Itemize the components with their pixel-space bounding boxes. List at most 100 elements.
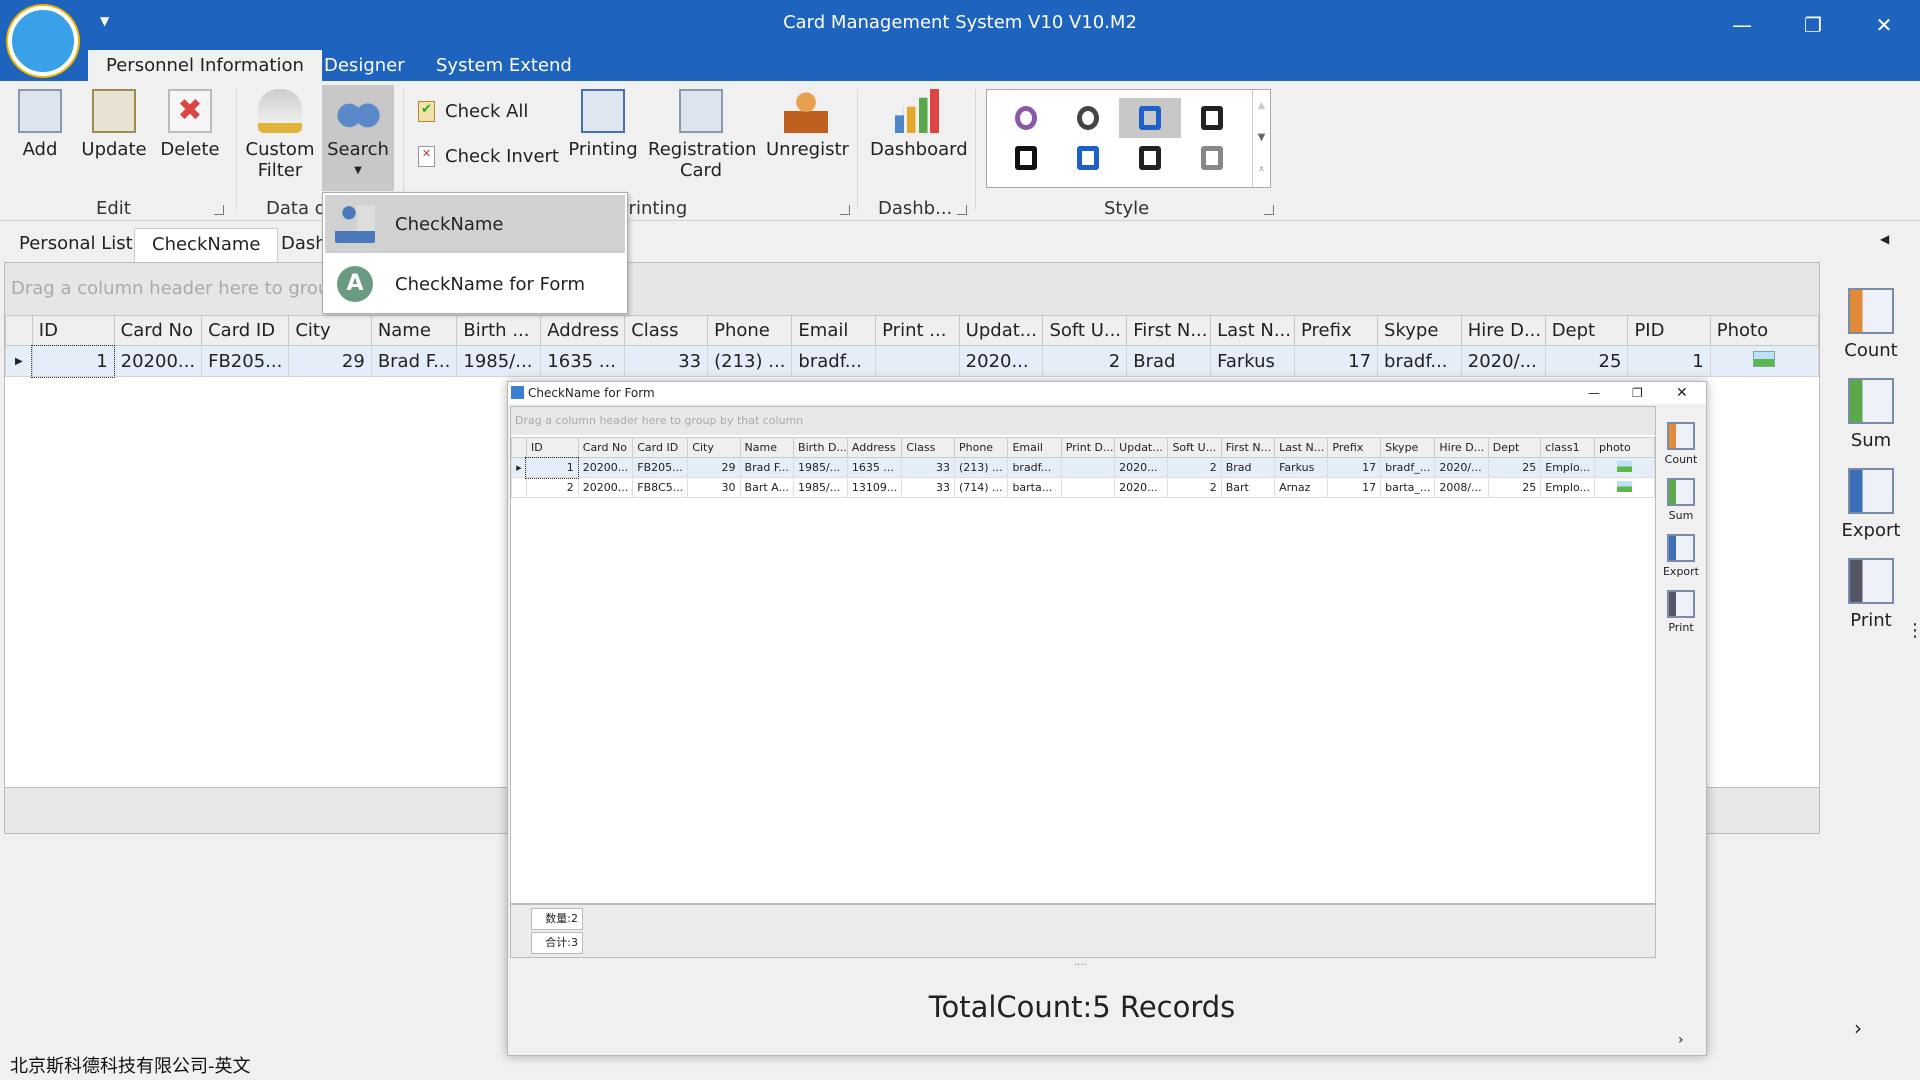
table-cell[interactable]: (714) ...	[953, 477, 1009, 498]
table-cell[interactable]: Farkus	[1210, 345, 1296, 377]
scroll-up-icon[interactable]: ▲	[1253, 90, 1270, 122]
more-options-icon[interactable]: ⋮	[1906, 620, 1920, 641]
style-gallery[interactable]: ▲ ▼ ⩡	[986, 89, 1271, 188]
check-invert-button[interactable]: ✕ Check Invert	[418, 146, 559, 167]
ribbon-tab-designer[interactable]: Designer	[306, 50, 423, 81]
table-cell[interactable]: 2020/...	[1460, 345, 1546, 377]
close-button[interactable]: ✕	[1864, 10, 1904, 40]
column-header[interactable]: Hire D...	[1434, 437, 1489, 458]
table-cell[interactable]: 29	[687, 457, 741, 478]
style-option[interactable]	[995, 98, 1057, 138]
printing-button[interactable]: Printing	[568, 89, 638, 160]
sum-button[interactable]: Sum	[1822, 378, 1920, 451]
column-header[interactable]: Dept	[1487, 437, 1542, 458]
column-header[interactable]: First N...	[1220, 437, 1276, 458]
table-cell[interactable]: 17	[1294, 345, 1379, 377]
column-header[interactable]: Card ID	[632, 437, 689, 458]
column-header[interactable]: Address	[846, 437, 903, 458]
check-all-button[interactable]: ✔ Check All	[418, 101, 528, 122]
table-cell[interactable]: 25	[1544, 345, 1629, 377]
column-header[interactable]: Print D...	[1060, 437, 1116, 458]
edit-group-launcher-icon[interactable]	[214, 205, 224, 215]
unregistr-button[interactable]: Unregistr	[766, 89, 849, 160]
table-cell[interactable]: 2020...	[1114, 457, 1169, 478]
count-button[interactable]: Count	[1656, 422, 1706, 466]
table-cell[interactable]: barta...	[1007, 477, 1062, 498]
table-cell[interactable]: 30	[687, 477, 741, 498]
menu-item-checkname-for-form[interactable]: A CheckName for Form	[325, 255, 625, 313]
column-header[interactable]: Print ...	[875, 315, 960, 346]
table-cell[interactable]: Emplo...	[1540, 457, 1595, 478]
sum-button[interactable]: Sum	[1656, 478, 1706, 522]
column-header[interactable]: photo	[1594, 437, 1655, 458]
column-header[interactable]: Last N...	[1210, 315, 1296, 346]
form-restore-button[interactable]: ❐	[1632, 382, 1643, 404]
column-header[interactable]: Email	[1007, 437, 1062, 458]
column-header[interactable]: City	[687, 437, 741, 458]
column-header[interactable]: Photo	[1709, 315, 1820, 346]
table-cell[interactable]: 20200...	[577, 477, 634, 498]
update-button[interactable]: Update	[80, 89, 148, 160]
table-cell[interactable]: 2020...	[1114, 477, 1169, 498]
column-header[interactable]: Prefix	[1294, 315, 1379, 346]
minimize-button[interactable]: —	[1722, 10, 1762, 40]
gallery-scroll[interactable]: ▲ ▼ ⩡	[1252, 90, 1270, 187]
table-cell[interactable]: bradf...	[1007, 457, 1062, 478]
table-cell[interactable]: bradf...	[1377, 345, 1462, 377]
delete-button[interactable]: ✖ Delete	[160, 89, 220, 160]
column-header[interactable]: Birth D...	[793, 437, 848, 458]
style-option[interactable]	[995, 138, 1057, 178]
table-cell[interactable]: bradf_...	[1380, 457, 1436, 478]
table-cell[interactable]: Bart	[1220, 477, 1276, 498]
column-header[interactable]: First N...	[1126, 315, 1212, 346]
column-header[interactable]: Phone	[707, 315, 793, 346]
column-header[interactable]: Soft U...	[1042, 315, 1128, 346]
table-cell[interactable]: 29	[288, 345, 372, 377]
column-header[interactable]: Card No	[113, 315, 203, 346]
gallery-expand-icon[interactable]: ⩡	[1253, 154, 1270, 186]
table-cell[interactable]: Farkus	[1274, 457, 1329, 478]
column-header[interactable]: Last N...	[1274, 437, 1329, 458]
style-option[interactable]	[1057, 98, 1119, 138]
table-cell[interactable]: bradf...	[791, 345, 877, 377]
table-cell[interactable]	[1060, 477, 1116, 498]
registration-card-button[interactable]: Registration Card	[648, 89, 757, 181]
dashboard-group-launcher-icon[interactable]	[957, 205, 967, 215]
style-group-launcher-icon[interactable]	[1264, 205, 1274, 215]
table-cell[interactable]: Brad	[1220, 457, 1276, 478]
table-cell[interactable]: 33	[901, 477, 955, 498]
table-cell[interactable]: (213) ...	[707, 345, 793, 377]
table-cell[interactable]: 1	[1627, 345, 1711, 377]
column-header[interactable]: Card ID	[201, 315, 290, 346]
export-button[interactable]: Export	[1822, 468, 1920, 541]
table-cell[interactable]: 20200...	[577, 457, 634, 478]
table-cell[interactable]: Emplo...	[1540, 477, 1595, 498]
add-button[interactable]: Add	[14, 89, 66, 160]
table-cell[interactable]: Brad	[1126, 345, 1212, 377]
table-cell[interactable]: FB8C5...	[632, 477, 689, 498]
column-header[interactable]: Phone	[953, 437, 1009, 458]
table-cell[interactable]: 2020/...	[1434, 457, 1489, 478]
dashboard-button[interactable]: Dashboard	[870, 89, 968, 160]
table-cell[interactable]: Bart A...	[739, 477, 795, 498]
expand-right-icon[interactable]: ›	[1854, 1016, 1862, 1040]
table-cell[interactable]: 1	[525, 456, 580, 479]
column-header[interactable]: Card No	[577, 437, 634, 458]
table-cell[interactable]: 1635 ...	[540, 345, 626, 377]
table-cell[interactable]: 25	[1487, 477, 1542, 498]
style-option[interactable]	[1181, 138, 1243, 178]
table-cell[interactable]: 20200...	[113, 345, 203, 377]
table-cell[interactable]: barta_...	[1380, 477, 1436, 498]
table-cell[interactable]: Brad F...	[739, 457, 795, 478]
group-panel[interactable]: Drag a column header here to group by th…	[5, 263, 1819, 315]
table-cell[interactable]: 33	[901, 457, 955, 478]
table-cell[interactable]: 17	[1327, 457, 1382, 478]
table-cell[interactable]	[875, 345, 960, 377]
form-minimize-button[interactable]: —	[1588, 382, 1600, 404]
column-header[interactable]: Skype	[1377, 315, 1462, 346]
column-header[interactable]: Updat...	[1114, 437, 1169, 458]
table-cell[interactable]: 2	[1167, 477, 1222, 498]
ribbon-tab-system-extend[interactable]: System Extend	[418, 50, 590, 81]
table-cell[interactable]: 2020...	[958, 345, 1044, 377]
splitter-handle[interactable]: ····	[1074, 960, 1087, 971]
